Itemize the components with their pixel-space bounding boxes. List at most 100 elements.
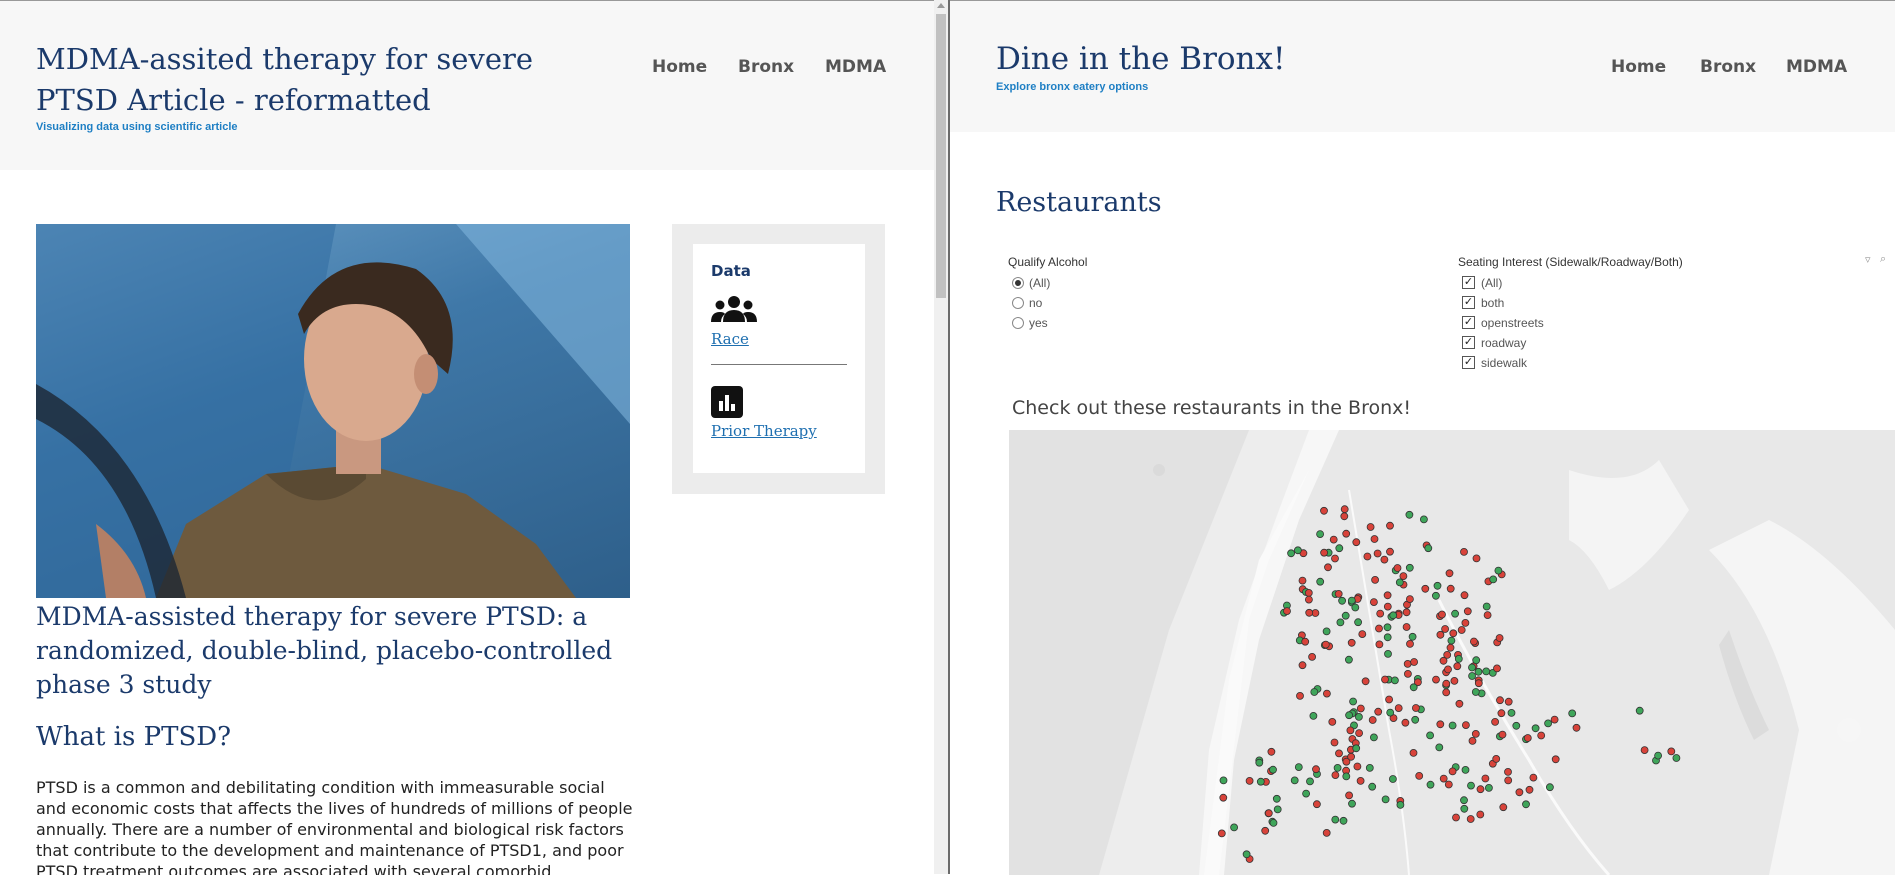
restaurant-marker[interactable] (1426, 731, 1435, 740)
restaurant-marker[interactable] (1383, 633, 1392, 642)
restaurant-marker[interactable] (1457, 626, 1466, 634)
restaurant-marker[interactable] (1394, 704, 1403, 713)
restaurant-marker[interactable] (1435, 743, 1444, 752)
restaurant-marker[interactable] (1353, 762, 1362, 771)
restaurant-marker[interactable] (1402, 623, 1411, 631)
restaurant-marker[interactable] (1401, 718, 1410, 727)
restaurant-marker[interactable] (1342, 772, 1351, 781)
nav-bronx-link[interactable]: Bronx (1700, 57, 1756, 77)
restaurant-marker[interactable] (1492, 754, 1501, 763)
nav-bronx-link[interactable]: Bronx (738, 57, 794, 77)
restaurant-marker[interactable] (1441, 625, 1450, 633)
restaurant-marker[interactable] (1523, 734, 1532, 742)
restaurant-marker[interactable] (1312, 765, 1320, 774)
restaurant-marker[interactable] (1347, 596, 1356, 605)
restaurant-marker[interactable] (1460, 548, 1468, 556)
restaurant-marker[interactable] (1411, 704, 1420, 712)
restaurant-marker[interactable] (1340, 505, 1349, 514)
seating-option-label[interactable]: openstreets (1481, 316, 1544, 330)
scroll-up-icon[interactable] (937, 3, 945, 8)
restaurant-marker[interactable] (1474, 679, 1483, 688)
restaurant-marker[interactable] (1374, 707, 1383, 716)
restaurant-marker[interactable] (1439, 774, 1448, 783)
restaurant-marker[interactable] (1361, 677, 1370, 686)
restaurant-marker[interactable] (1342, 529, 1351, 538)
restaurant-marker[interactable] (1469, 637, 1478, 646)
restaurant-marker[interactable] (1290, 776, 1299, 785)
restaurant-marker[interactable] (1426, 780, 1435, 789)
restaurant-marker[interactable] (1667, 747, 1676, 756)
restaurant-marker[interactable] (1339, 816, 1348, 825)
restaurant-marker[interactable] (1312, 800, 1321, 809)
restaurant-marker[interactable] (1381, 675, 1389, 684)
restaurant-marker[interactable] (1385, 695, 1394, 704)
restaurant-marker[interactable] (1347, 638, 1356, 647)
nav-mdma-link[interactable]: MDMA (1786, 57, 1847, 77)
restaurant-marker[interactable] (1310, 688, 1319, 696)
restaurant-marker[interactable] (1482, 602, 1491, 611)
restaurant-marker[interactable] (1356, 776, 1365, 785)
restaurant-marker[interactable] (1448, 721, 1457, 730)
restaurant-marker[interactable] (1368, 716, 1377, 724)
restaurant-marker[interactable] (1504, 697, 1513, 706)
alcohol-radio-yes[interactable] (1012, 317, 1024, 329)
restaurant-marker[interactable] (1431, 591, 1440, 600)
restaurant-marker[interactable] (1572, 723, 1581, 732)
restaurant-marker[interactable] (1512, 721, 1521, 730)
restaurant-marker[interactable] (1344, 655, 1353, 664)
restaurant-marker[interactable] (1498, 730, 1507, 739)
restaurant-marker[interactable] (1460, 591, 1469, 600)
restaurant-marker[interactable] (1322, 689, 1331, 698)
restaurant-marker[interactable] (1436, 630, 1445, 639)
restaurant-marker[interactable] (1529, 773, 1538, 782)
restaurant-marker[interactable] (1346, 726, 1355, 735)
restaurant-marker[interactable] (1525, 785, 1534, 794)
restaurant-marker[interactable] (1302, 789, 1311, 798)
restaurant-marker[interactable] (1654, 751, 1662, 760)
seating-checkbox-sidewalk[interactable]: ✓ (1462, 356, 1475, 369)
seating-checkbox-openstreets[interactable]: ✓ (1462, 316, 1475, 329)
restaurant-marker[interactable] (1369, 598, 1378, 607)
alcohol-option-label[interactable]: (All) (1029, 276, 1050, 290)
nav-home-link[interactable]: Home (652, 57, 707, 77)
restaurant-marker[interactable] (1331, 771, 1340, 780)
restaurant-marker[interactable] (1460, 804, 1469, 813)
restaurant-marker[interactable] (1452, 813, 1460, 822)
restaurant-marker[interactable] (1301, 637, 1310, 646)
restaurant-marker[interactable] (1334, 589, 1343, 598)
restaurant-marker[interactable] (1439, 656, 1448, 665)
restaurant-marker[interactable] (1375, 624, 1383, 633)
restaurant-marker[interactable] (1442, 679, 1451, 688)
restaurant-marker[interactable] (1468, 672, 1477, 680)
restaurant-marker[interactable] (1296, 691, 1304, 700)
restaurant-marker[interactable] (1491, 717, 1500, 726)
restaurant-marker[interactable] (1393, 564, 1402, 572)
restaurant-marker[interactable] (1294, 763, 1303, 772)
restaurant-marker[interactable] (1322, 828, 1331, 837)
restaurant-marker[interactable] (1354, 618, 1363, 627)
restaurant-marker[interactable] (1484, 783, 1493, 792)
seating-option-label[interactable]: roadway (1481, 336, 1526, 350)
restaurant-marker[interactable] (1446, 643, 1455, 652)
restaurant-marker[interactable] (1447, 636, 1456, 645)
restaurant-marker[interactable] (1515, 788, 1524, 797)
seating-checkbox-all[interactable]: ✓ (1462, 276, 1475, 289)
restaurant-marker[interactable] (1352, 744, 1361, 753)
race-link[interactable]: Race (711, 330, 749, 348)
restaurant-marker[interactable] (1348, 799, 1356, 808)
restaurant-marker[interactable] (1405, 595, 1414, 604)
seating-option-label[interactable]: both (1481, 296, 1504, 310)
restaurant-marker[interactable] (1489, 575, 1498, 584)
restaurant-marker[interactable] (1415, 771, 1424, 780)
restaurant-marker[interactable] (1495, 634, 1504, 642)
restaurant-marker[interactable] (1461, 618, 1470, 627)
restaurant-marker[interactable] (1324, 563, 1332, 572)
restaurant-marker[interactable] (1219, 776, 1228, 785)
restaurant-marker[interactable] (1446, 584, 1455, 593)
restaurant-marker[interactable] (1368, 782, 1377, 791)
restaurant-marker[interactable] (1496, 696, 1504, 705)
restaurant-marker[interactable] (1329, 535, 1338, 544)
alcohol-option-label[interactable]: yes (1029, 316, 1048, 330)
restaurant-marker[interactable] (1471, 688, 1480, 696)
restaurant-marker[interactable] (1380, 555, 1389, 564)
